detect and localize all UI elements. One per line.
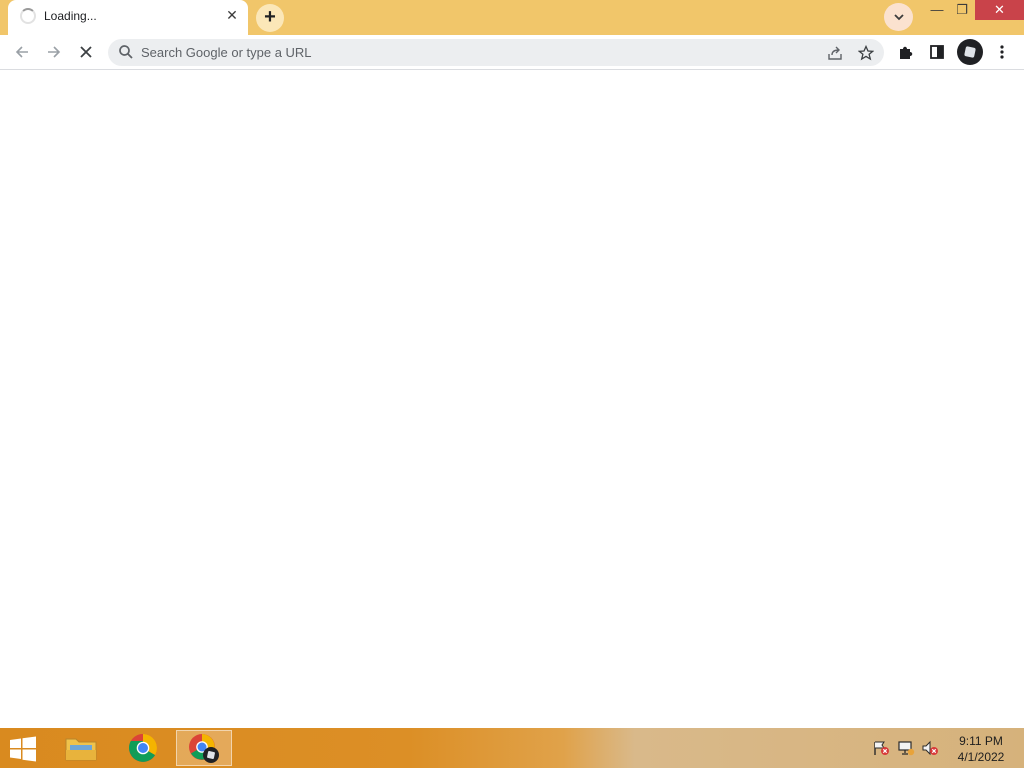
close-window-button[interactable]: ✕ bbox=[975, 0, 1024, 20]
address-bar-placeholder: Search Google or type a URL bbox=[141, 45, 312, 60]
address-bar[interactable]: Search Google or type a URL bbox=[108, 39, 884, 66]
extensions-button[interactable] bbox=[893, 39, 919, 65]
clock-date: 4/1/2022 bbox=[957, 750, 1005, 764]
share-icon bbox=[828, 46, 842, 60]
network-icon bbox=[898, 741, 915, 756]
close-icon bbox=[80, 46, 92, 58]
new-tab-button[interactable]: + bbox=[256, 4, 284, 32]
profile-avatar[interactable] bbox=[957, 39, 983, 65]
loading-spinner-icon bbox=[20, 8, 36, 24]
page-content[interactable] bbox=[0, 71, 1024, 728]
chrome-profile-icon bbox=[189, 734, 219, 763]
more-vertical-icon bbox=[1000, 45, 1004, 59]
browser-toolbar: Search Google or type a URL bbox=[0, 35, 1024, 70]
taskbar: 9:11 PM 4/1/2022 bbox=[0, 728, 1024, 768]
menu-button[interactable] bbox=[989, 39, 1015, 65]
tab-loading[interactable]: Loading... ✕ bbox=[8, 0, 248, 35]
puzzle-icon bbox=[900, 46, 913, 59]
bookmark-button[interactable] bbox=[855, 42, 877, 64]
search-icon bbox=[119, 45, 133, 59]
share-button[interactable] bbox=[824, 42, 846, 64]
flag-icon bbox=[874, 741, 889, 755]
system-clock[interactable]: 9:11 PM 4/1/2022 bbox=[950, 733, 1012, 765]
action-center-flag-icon[interactable] bbox=[872, 740, 890, 756]
side-panel-button[interactable] bbox=[924, 39, 950, 65]
side-panel-icon bbox=[930, 45, 944, 59]
arrow-left-icon bbox=[15, 46, 28, 58]
clock-time: 9:11 PM bbox=[959, 734, 1003, 748]
tab-search-button[interactable] bbox=[884, 3, 913, 31]
network-tray-icon[interactable] bbox=[897, 740, 915, 756]
volume-muted-icon bbox=[922, 740, 938, 756]
windows-logo-icon bbox=[10, 736, 36, 762]
start-button[interactable] bbox=[8, 736, 38, 762]
folder-icon bbox=[65, 738, 97, 761]
taskbar-chrome-profile[interactable] bbox=[176, 730, 232, 766]
stop-loading-button[interactable] bbox=[72, 38, 100, 66]
tab-close-button[interactable]: ✕ bbox=[222, 5, 242, 25]
arrow-right-icon bbox=[48, 46, 61, 58]
minimize-button[interactable]: — bbox=[925, 0, 949, 20]
chevron-down-icon bbox=[893, 14, 904, 21]
back-button[interactable] bbox=[8, 38, 36, 66]
chrome-icon bbox=[129, 734, 157, 762]
tab-title: Loading... bbox=[44, 9, 97, 23]
volume-tray-icon[interactable] bbox=[921, 740, 939, 756]
title-bar: Loading... ✕ + — ❐ ✕ bbox=[0, 0, 1024, 35]
taskbar-chrome[interactable] bbox=[115, 730, 171, 766]
restore-button[interactable]: ❐ bbox=[950, 0, 974, 20]
star-icon bbox=[857, 44, 875, 61]
forward-button[interactable] bbox=[40, 38, 68, 66]
taskbar-file-explorer[interactable] bbox=[53, 730, 109, 766]
